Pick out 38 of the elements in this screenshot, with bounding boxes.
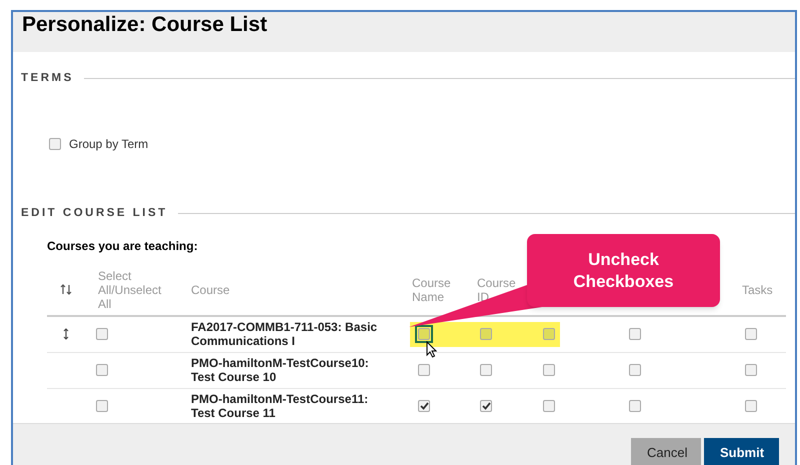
checkbox[interactable]: [96, 328, 108, 340]
section-heading: TERMS: [21, 71, 75, 86]
checkbox[interactable]: [480, 328, 492, 340]
checkbox[interactable]: [543, 364, 555, 376]
drag-handle-icon[interactable]: [62, 328, 68, 340]
checkbox[interactable]: [96, 364, 108, 376]
checkbox[interactable]: [629, 400, 641, 412]
course-name: PMO-hamiltonM-TestCourse10: Test Course 10: [190, 356, 370, 384]
course-name: PMO-hamiltonM-TestCourse11: Test Course 11: [190, 392, 370, 420]
checkbox[interactable]: [745, 400, 757, 412]
column-header: Tasks: [742, 282, 774, 296]
sort-icon[interactable]: [60, 284, 72, 295]
checkbox[interactable]: [418, 328, 430, 340]
column-header: Select All/Unselect All: [98, 268, 162, 310]
checkbox[interactable]: [49, 138, 61, 150]
course-name: FA2017-COMMB1-711-053: Basic Communications I: [190, 320, 378, 348]
checkbox[interactable]: [745, 364, 757, 376]
column-header: Course Name: [412, 276, 452, 304]
callout-text: Uncheck: [588, 248, 659, 270]
checkbox-label: Group by Term: [69, 136, 148, 154]
checkbox[interactable]: [418, 400, 430, 412]
checkbox[interactable]: [543, 400, 555, 412]
checkbox[interactable]: [629, 364, 641, 376]
checkbox[interactable]: [96, 400, 108, 412]
checkbox[interactable]: [543, 328, 555, 340]
checkbox[interactable]: [480, 400, 492, 412]
page-title: Personalize: Course List: [22, 13, 268, 37]
checkbox[interactable]: [629, 328, 641, 340]
callout-text: Checkboxes: [573, 270, 674, 292]
submit-button[interactable]: Submit: [704, 438, 779, 465]
cursor-icon: [426, 341, 437, 358]
section-heading: EDIT COURSE LIST: [21, 206, 169, 222]
cancel-button[interactable]: Cancel: [631, 438, 701, 465]
checkbox[interactable]: [745, 328, 757, 340]
checkbox[interactable]: [480, 364, 492, 376]
column-header: Course: [191, 282, 231, 296]
subheading: Courses you are teaching:: [46, 238, 199, 254]
checkbox[interactable]: [418, 364, 430, 376]
